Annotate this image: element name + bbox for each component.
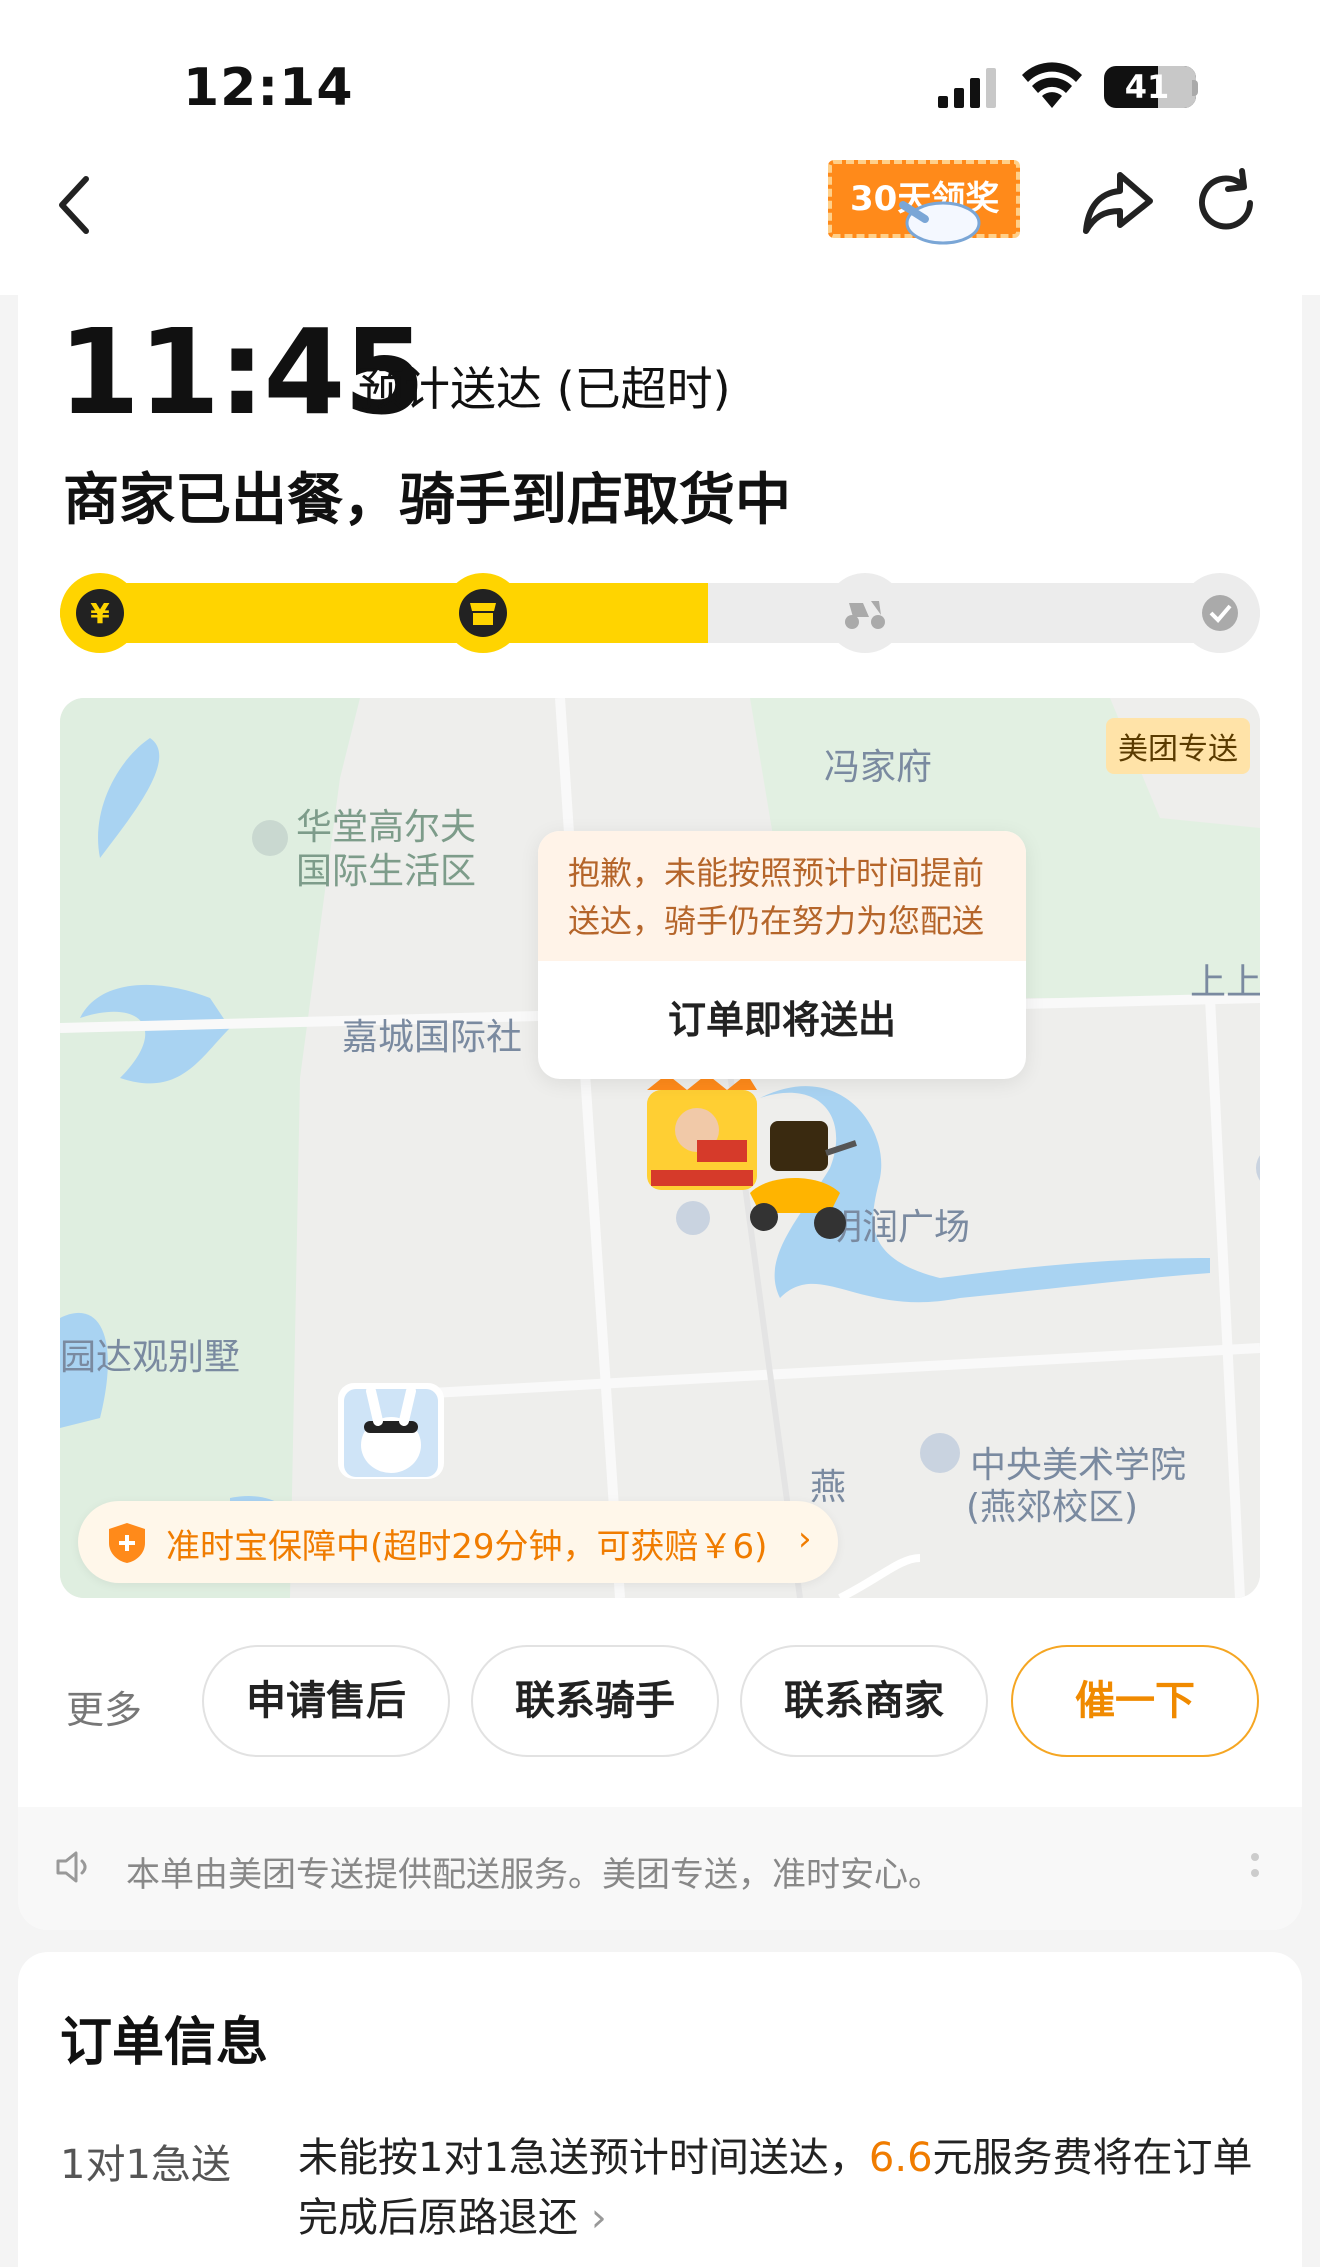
order-tracking-page: 12:14 41 30天领奖 11:45 预计送达 (已超时) 商家已出餐，骑手… bbox=[0, 0, 1320, 2267]
delay-apology: 抱歉，未能按照预计时间提前 送达，骑手仍在努力为您配送 bbox=[538, 831, 1026, 961]
action-buttons-row: 更多 申请售后 联系骑手 联系商家 催一下 bbox=[18, 1645, 1302, 1757]
more-button[interactable]: 更多 bbox=[66, 1679, 142, 1734]
chevron-right-icon: › bbox=[578, 2195, 607, 2241]
pointing-hand-icon bbox=[899, 201, 981, 245]
contact-rider-button[interactable]: 联系骑手 bbox=[471, 1645, 719, 1757]
provider-tag: 美团专送 bbox=[1106, 718, 1250, 774]
user-avatar-marker-icon bbox=[338, 1383, 444, 1479]
step-paid: ¥ bbox=[60, 573, 140, 653]
delivery-map[interactable]: 美团专送 冯家府 华堂高尔夫 国际生活区 嘉城国际社 上上 明润广场 园达观别墅… bbox=[60, 698, 1260, 1598]
map-label-cafa-2: (燕郊校区) bbox=[966, 1487, 1139, 1528]
speaker-icon bbox=[56, 1851, 87, 1883]
on-time-guarantee-banner[interactable]: 准时宝保障中(超时29分钟，可获赔￥6) › bbox=[78, 1501, 838, 1583]
express-label: 1对1急送 bbox=[60, 2142, 231, 2188]
after-sales-button[interactable]: 申请售后 bbox=[202, 1645, 450, 1757]
signal-icon bbox=[938, 68, 996, 108]
navigation-bar: 30天领奖 bbox=[0, 135, 1320, 295]
map-label-fengjiafu: 冯家府 bbox=[824, 747, 933, 788]
delay-apology-line-1: 抱歉，未能按照预计时间提前 bbox=[568, 854, 985, 892]
chevron-right-icon: › bbox=[798, 1519, 812, 1559]
step-restaurant bbox=[443, 573, 523, 653]
eta-label: 预计送达 (已超时) bbox=[358, 362, 731, 416]
check-shield-icon bbox=[1196, 589, 1244, 637]
delivery-notice-bar: 本单由美团专送提供配送服务。美团专送，准时安心。 bbox=[18, 1807, 1302, 1930]
order-info-title: 订单信息 bbox=[60, 2013, 269, 2073]
battery-icon: 41 bbox=[1104, 66, 1196, 108]
map-label-yan: 燕 bbox=[810, 1467, 847, 1508]
battery-tip bbox=[1192, 80, 1198, 96]
order-info-card: 订单信息 1对1急送 未能按1对1急送预计时间送达，6.6元服务费将在订单完成后… bbox=[18, 1952, 1302, 2267]
refresh-icon[interactable] bbox=[1188, 165, 1264, 241]
express-fee: 6.6 bbox=[868, 2135, 933, 2181]
delivery-popup-message: 订单即将送出 bbox=[667, 998, 896, 1042]
map-label-shangshang: 上上 bbox=[1190, 962, 1260, 1003]
yen-icon: ¥ bbox=[76, 589, 124, 637]
express-refund-notice[interactable]: 未能按1对1急送预计时间送达，6.6元服务费将在订单完成后原路退还 › bbox=[298, 2128, 1278, 2248]
map-label-jiacheng: 嘉城国际社 bbox=[342, 1017, 523, 1058]
rider-scooter-icon bbox=[750, 1121, 857, 1239]
guarantee-text: 准时宝保障中(超时29分钟，可获赔￥6) bbox=[166, 1527, 768, 1567]
step-delivered bbox=[1180, 573, 1260, 653]
order-status-text: 商家已出餐，骑手到店取货中 bbox=[63, 468, 791, 533]
delay-apology-line-2: 送达，骑手仍在努力为您配送 bbox=[568, 902, 985, 940]
progress-fill bbox=[60, 583, 708, 643]
more-dots-icon[interactable] bbox=[1250, 1849, 1260, 1889]
store-icon bbox=[459, 589, 507, 637]
map-label-huatang-2: 国际生活区 bbox=[296, 851, 477, 892]
status-time: 12:14 bbox=[183, 58, 354, 118]
map-label-yuanda: 园达观别墅 bbox=[60, 1337, 241, 1378]
scooter-icon bbox=[841, 589, 889, 637]
status-bar: 12:14 41 bbox=[0, 0, 1320, 135]
battery-level: 41 bbox=[1124, 68, 1170, 106]
delivery-progress-bar: ¥ bbox=[60, 573, 1260, 653]
contact-merchant-button[interactable]: 联系商家 bbox=[740, 1645, 988, 1757]
urge-button[interactable]: 催一下 bbox=[1011, 1645, 1259, 1757]
delivery-delay-popup: 抱歉，未能按照预计时间提前 送达，骑手仍在努力为您配送 订单即将送出 bbox=[538, 831, 1026, 1079]
notice-text: 本单由美团专送提供配送服务。美团专送，准时安心。 bbox=[126, 1855, 942, 1895]
express-text-before: 未能按1对1急送预计时间送达， bbox=[298, 2135, 869, 2181]
back-arrow-icon[interactable] bbox=[48, 165, 108, 245]
step-rider bbox=[825, 573, 905, 653]
shield-plus-icon bbox=[109, 1523, 145, 1563]
share-icon[interactable] bbox=[1080, 165, 1156, 241]
delivery-status-card: 11:45 预计送达 (已超时) 商家已出餐，骑手到店取货中 ¥ 美团专送 冯家… bbox=[18, 295, 1302, 1930]
wifi-icon bbox=[1022, 62, 1082, 108]
